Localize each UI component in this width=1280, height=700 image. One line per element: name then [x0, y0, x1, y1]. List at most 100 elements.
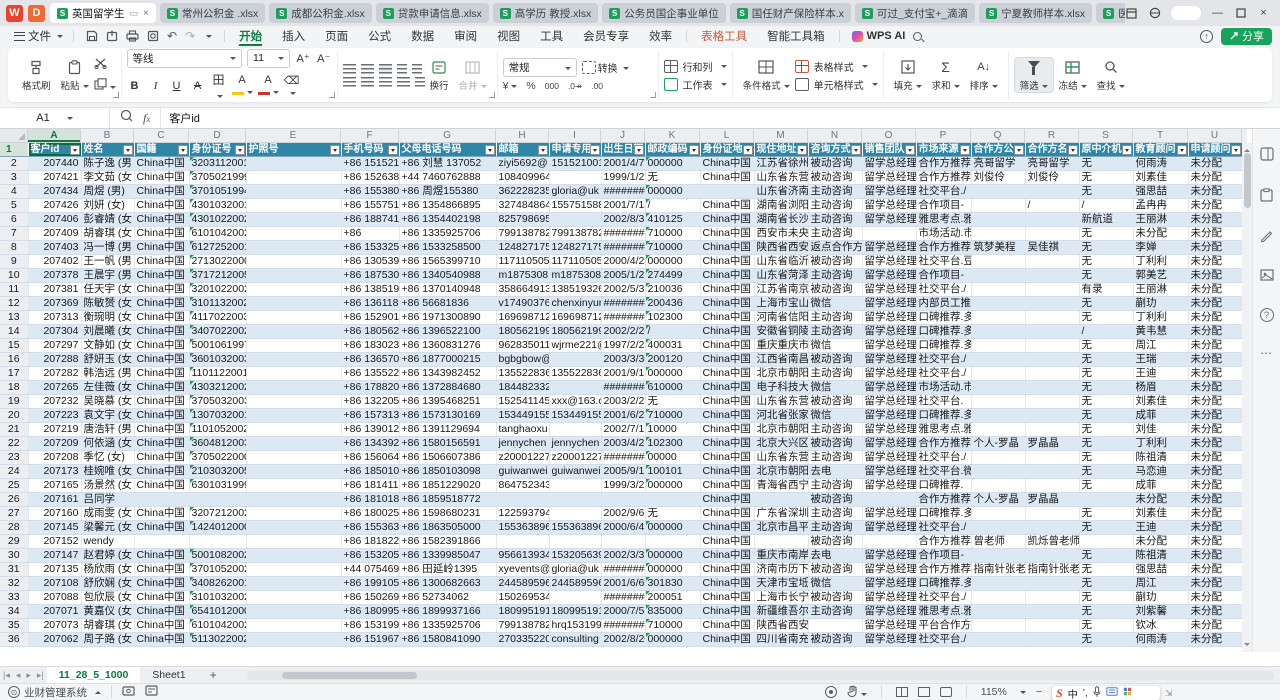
- header-cell[interactable]: 合作方名: [1025, 143, 1079, 157]
- cell[interactable]: 山东省东营: [754, 171, 808, 185]
- cell[interactable]: 2002/9/6: [601, 507, 645, 521]
- cell[interactable]: 彭睿婧 (女: [81, 213, 134, 227]
- align-top-icon[interactable]: [343, 64, 356, 74]
- cell[interactable]: 文静如 (女: [81, 339, 134, 353]
- cell[interactable]: China中国: [700, 423, 754, 437]
- cell[interactable]: 270335220: [496, 633, 549, 647]
- cell[interactable]: 无: [1079, 157, 1133, 171]
- cell[interactable]: 2000/7/5: [601, 605, 645, 619]
- cell[interactable]: 王瑞: [1133, 353, 1188, 367]
- cell[interactable]: 重庆重庆市: [754, 339, 808, 353]
- cell[interactable]: [246, 227, 341, 241]
- cell[interactable]: 150269534: [496, 591, 549, 605]
- filter-dropdown-icon[interactable]: [1068, 145, 1078, 155]
- cell[interactable]: [971, 297, 1025, 311]
- tab-close-icon[interactable]: ×: [143, 8, 149, 19]
- cell[interactable]: [1025, 633, 1079, 647]
- column-header-G[interactable]: G: [399, 129, 496, 143]
- filter-dropdown-icon[interactable]: [178, 145, 188, 155]
- cell[interactable]: 主动咨询: [808, 325, 862, 339]
- tab-table-tools[interactable]: 表格工具: [691, 26, 757, 46]
- cell[interactable]: 无: [1079, 409, 1133, 423]
- cell[interactable]: +86 1335925706: [399, 227, 496, 241]
- cell[interactable]: 360103200303300725: [189, 353, 246, 367]
- cell[interactable]: 留学总经理: [862, 367, 916, 381]
- cell[interactable]: 2002/8/20: [601, 633, 645, 647]
- cell[interactable]: 未分配: [1188, 241, 1242, 255]
- cell[interactable]: 合作方推荐: [916, 171, 971, 185]
- cell[interactable]: 210303200509160922: [189, 465, 246, 479]
- column-header-C[interactable]: C: [134, 129, 189, 143]
- paste-button[interactable]: 粘贴: [56, 58, 94, 92]
- cell[interactable]: 个人-罗晶: [971, 493, 1025, 507]
- cell[interactable]: 留学总经理: [862, 633, 916, 647]
- cell[interactable]: 刘晨曦 (女: [81, 325, 134, 339]
- cell[interactable]: +86 18101832: [341, 493, 399, 507]
- cell[interactable]: [134, 535, 189, 549]
- cell[interactable]: China中国: [134, 549, 189, 563]
- cell[interactable]: 山东省临沂: [754, 255, 808, 269]
- menu-tab-视图[interactable]: 视图: [487, 26, 530, 46]
- header-cell[interactable]: 护照号: [246, 143, 341, 157]
- cell[interactable]: 济南市历下: [754, 563, 808, 577]
- cell[interactable]: China中国: [134, 339, 189, 353]
- cell[interactable]: 610000: [645, 381, 700, 395]
- file-menu[interactable]: 文件: [8, 28, 69, 44]
- cell[interactable]: China中国: [134, 269, 189, 283]
- cell[interactable]: 654101200007050581: [189, 605, 246, 619]
- cell[interactable]: 何雨涛: [1133, 157, 1188, 171]
- filter-dropdown-icon[interactable]: [330, 145, 340, 155]
- cell[interactable]: [1025, 465, 1079, 479]
- cell[interactable]: China中国: [134, 199, 189, 213]
- cell[interactable]: 桂婉唯 (女: [81, 465, 134, 479]
- cell[interactable]: 无: [1079, 297, 1133, 311]
- cell[interactable]: 刘佳: [1133, 423, 1188, 437]
- cell[interactable]: 610104200212213421: [189, 619, 246, 633]
- cell[interactable]: [971, 577, 1025, 591]
- table-style-button[interactable]: 表格样式: [795, 59, 878, 74]
- cell[interactable]: 留学总经理: [862, 339, 916, 353]
- cell[interactable]: +86 15332585: [341, 241, 399, 255]
- cell[interactable]: +86 1343982452: [399, 367, 496, 381]
- column-header-U[interactable]: U: [1188, 129, 1242, 143]
- cell[interactable]: China中国: [700, 563, 754, 577]
- column-header-D[interactable]: D: [189, 129, 246, 143]
- cell[interactable]: +86 田延岭1395: [399, 563, 496, 577]
- cell[interactable]: 956613934: [496, 549, 549, 563]
- cell[interactable]: 未分配: [1188, 381, 1242, 395]
- cell[interactable]: 207208: [28, 451, 81, 465]
- zoom-level[interactable]: 115%: [981, 686, 1007, 698]
- cell[interactable]: 000000: [645, 521, 700, 535]
- cell[interactable]: 江苏省徐州: [754, 157, 808, 171]
- cell[interactable]: 河北省张家: [754, 409, 808, 423]
- cell[interactable]: 207073: [28, 619, 81, 633]
- cell[interactable]: [1025, 619, 1079, 633]
- cell[interactable]: [246, 325, 341, 339]
- cell[interactable]: 赵君婷 (女: [81, 549, 134, 563]
- cell[interactable]: [246, 255, 341, 269]
- cell[interactable]: [246, 353, 341, 367]
- header-cell[interactable]: 国籍: [134, 143, 189, 157]
- cell[interactable]: 无: [1079, 619, 1133, 633]
- cell[interactable]: 丁利利: [1133, 437, 1188, 451]
- cell[interactable]: 指南针张老: [971, 563, 1025, 577]
- cell[interactable]: China中国: [700, 619, 754, 633]
- cell[interactable]: chenxinyur: [549, 297, 601, 311]
- cell[interactable]: xyevents@: [496, 563, 549, 577]
- cell[interactable]: 北京市朝阳: [754, 465, 808, 479]
- cell[interactable]: [246, 269, 341, 283]
- header-cell[interactable]: 申请顾问: [1188, 143, 1242, 157]
- row-number[interactable]: 3: [0, 171, 28, 185]
- cell[interactable]: [549, 507, 601, 521]
- cell[interactable]: 留学总经理: [862, 605, 916, 619]
- cell[interactable]: 市场活动.市: [916, 381, 971, 395]
- cell[interactable]: 黄韦慧: [1133, 325, 1188, 339]
- formula-input[interactable]: 客户id: [161, 110, 208, 126]
- vertical-scroll-thumb[interactable]: [1244, 153, 1251, 208]
- cell[interactable]: 曾老师: [971, 535, 1025, 549]
- cell[interactable]: gloria@uk: [549, 185, 601, 199]
- cell[interactable]: ########: [601, 311, 645, 325]
- cell[interactable]: 124827175: [549, 241, 601, 255]
- comma-style-icon[interactable]: 000: [545, 81, 559, 91]
- cell[interactable]: China中国: [700, 451, 754, 465]
